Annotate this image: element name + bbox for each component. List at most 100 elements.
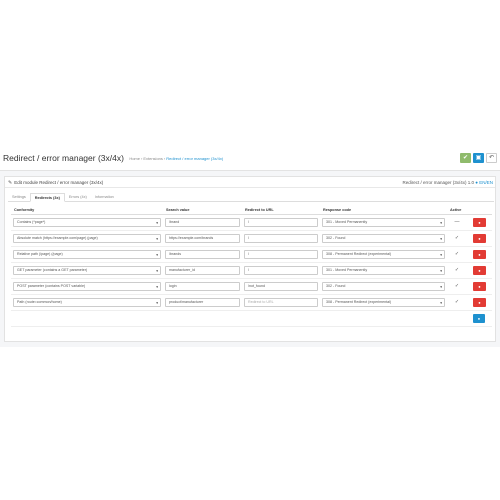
chevron-down-icon: ▾ <box>440 236 442 241</box>
table-row: Relative path (/page) (/page) ▾ /brands /… <box>11 246 492 263</box>
breadcrumb-home[interactable]: Home <box>129 156 140 161</box>
conformity-value: Path (route=common/home) <box>17 300 62 304</box>
conformity-value: Absolute match (https://example.com/page… <box>17 236 98 240</box>
redirect-url-input[interactable]: / <box>244 233 318 243</box>
search-value-input[interactable]: login <box>165 281 240 291</box>
response-code-select[interactable]: 301 - Moved Permanently ▾ <box>322 217 445 227</box>
delete-row-button[interactable]: ● <box>473 297 486 307</box>
breadcrumb-extensions[interactable]: Extensions <box>143 156 163 161</box>
panel-heading: ✎ Edit module Redirect / error manager (3… <box>5 177 495 188</box>
check-icon: ✔ <box>462 155 469 161</box>
language-link-text: EN/EN <box>479 180 493 185</box>
response-code-value: 301 - Moved Permanently <box>326 268 368 272</box>
minus-circle-icon: ● <box>478 299 481 305</box>
delete-row-button[interactable]: ● <box>473 217 486 227</box>
page: Redirect / error manager (3x/4x) Home›Ex… <box>0 150 500 347</box>
response-code-value: 302 - Found <box>326 236 346 240</box>
tab-settings[interactable]: Settings <box>8 193 30 202</box>
page-header: Redirect / error manager (3x/4x) Home›Ex… <box>0 150 500 171</box>
chevron-down-icon: ▾ <box>156 220 158 225</box>
table-row: Contains (*page*) ▾ /brand / 301 - Moved … <box>11 214 492 231</box>
response-code-select[interactable]: 308 - Permanent Redirect (experimental) ▾ <box>322 297 445 307</box>
active-toggle[interactable]: ✓ <box>449 283 465 289</box>
search-value-input[interactable]: /brands <box>165 249 240 259</box>
chevron-down-icon: ▾ <box>156 284 158 289</box>
active-toggle[interactable]: — <box>449 219 465 225</box>
response-code-value: 308 - Permanent Redirect (experimental) <box>326 300 392 304</box>
chevron-down-icon: ▾ <box>440 268 442 273</box>
breadcrumb-current[interactable]: Redirect / error manager (3x/4x) <box>166 156 223 161</box>
active-toggle[interactable]: ✓ <box>449 251 465 257</box>
panel-title-text: Edit module Redirect / error manager (3x… <box>14 180 104 185</box>
active-toggle[interactable]: ✓ <box>449 235 465 241</box>
table-row: POST parameter (contains POST variable) ▾… <box>11 278 492 295</box>
breadcrumb: Home›Extensions›Redirect / error manager… <box>129 156 224 162</box>
response-code-value: 308 - Permanent Redirect (experimental) <box>326 252 392 256</box>
response-code-value: 302 - Found <box>326 284 346 288</box>
delete-row-button[interactable]: ● <box>473 233 486 243</box>
conformity-select[interactable]: Path (route=common/home) ▾ <box>13 297 161 307</box>
header-redirect-url: Redirect to URL <box>242 206 320 215</box>
minus-circle-icon: ● <box>478 251 481 257</box>
panel-title: ✎ Edit module Redirect / error manager (3… <box>8 180 103 186</box>
back-button[interactable]: ↶ <box>486 153 497 163</box>
version-label: Redirect / error manager (3x/4x) 1.0 <box>402 180 474 185</box>
conformity-select[interactable]: Absolute match (https://example.com/page… <box>13 233 161 243</box>
redirect-url-input[interactable]: / <box>244 217 318 227</box>
tab-bar: Settings Redirects (3x) Errors (4x) Info… <box>8 193 494 202</box>
chevron-down-icon: ▾ <box>156 300 158 305</box>
redirect-url-input[interactable]: / <box>244 249 318 259</box>
add-rule-button[interactable]: ● <box>473 313 485 323</box>
minus-circle-icon: ● <box>478 219 481 225</box>
chevron-down-icon: ▾ <box>156 252 158 257</box>
tab-information[interactable]: Information <box>91 193 118 202</box>
active-toggle[interactable]: ✓ <box>449 299 465 305</box>
conformity-select[interactable]: Contains (*page*) ▾ <box>13 217 161 227</box>
redirect-url-input[interactable]: Redirect to URL <box>244 297 318 307</box>
conformity-value: Contains (*page*) <box>17 220 46 224</box>
header-search-value: Search value <box>163 206 242 215</box>
response-code-select[interactable]: 301 - Moved Permanently ▾ <box>322 265 445 275</box>
tab-redirects[interactable]: Redirects (3x) <box>29 193 65 202</box>
delete-row-button[interactable]: ● <box>473 265 486 275</box>
delete-row-button[interactable]: ● <box>473 281 486 291</box>
conformity-select[interactable]: POST parameter (contains POST variable) ▾ <box>13 281 161 291</box>
add-row: ● <box>11 310 492 327</box>
tab-errors[interactable]: Errors (4x) <box>65 193 91 202</box>
header-actions <box>467 206 492 215</box>
minus-circle-icon: ● <box>478 235 481 241</box>
header-conformity: Conformity <box>11 206 163 215</box>
header-buttons: ✔ ▣ ↶ <box>460 153 497 163</box>
conformity-value: Relative path (/page) (/page) <box>17 252 63 256</box>
conformity-select[interactable]: Relative path (/page) (/page) ▾ <box>13 249 161 259</box>
table-row: Absolute match (https://example.com/page… <box>11 230 492 247</box>
chevron-down-icon: ▾ <box>440 252 442 257</box>
search-value-input[interactable]: https://example.com/brands <box>165 233 240 243</box>
redirects-table: Conformity Search value Redirect to URL … <box>11 206 492 327</box>
conformity-select[interactable]: GET parameter (contains a GET parameter)… <box>13 265 161 275</box>
search-value-input[interactable]: product/manufacturer <box>165 297 240 307</box>
chevron-down-icon: ▾ <box>440 220 442 225</box>
header-active: Active <box>447 206 467 215</box>
redirect-url-input[interactable]: / <box>244 265 318 275</box>
minus-circle-icon: ● <box>478 267 481 273</box>
language-link[interactable]: ● EN/EN <box>475 180 493 185</box>
delete-row-button[interactable]: ● <box>473 249 486 259</box>
response-code-select[interactable]: 302 - Found ▾ <box>322 281 445 291</box>
conformity-value: GET parameter (contains a GET parameter) <box>17 268 88 272</box>
active-toggle[interactable]: ✓ <box>449 267 465 273</box>
minus-circle-icon: ● <box>478 283 481 289</box>
search-value-input[interactable]: /brand <box>165 217 240 227</box>
redirect-url-input[interactable]: /not_found <box>244 281 318 291</box>
response-code-select[interactable]: 308 - Permanent Redirect (experimental) ▾ <box>322 249 445 259</box>
edit-panel: ✎ Edit module Redirect / error manager (3… <box>4 176 496 342</box>
pencil-icon: ✎ <box>8 180 13 186</box>
table-header-row: Conformity Search value Redirect to URL … <box>11 206 492 215</box>
table-row: Path (route=common/home) ▾ product/manufa… <box>11 294 492 311</box>
chevron-down-icon: ▾ <box>440 300 442 305</box>
save-button[interactable]: ✔ <box>460 153 471 163</box>
save-stay-button[interactable]: ▣ <box>473 153 484 163</box>
search-value-input[interactable]: manufacturer_id <box>165 265 240 275</box>
chevron-down-icon: ▾ <box>156 236 158 241</box>
response-code-select[interactable]: 302 - Found ▾ <box>322 233 445 243</box>
